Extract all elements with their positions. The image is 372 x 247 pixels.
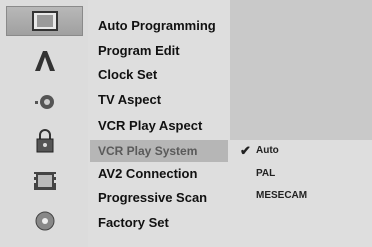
- menu-item-vcr-play-aspect[interactable]: VCR Play Aspect: [90, 115, 228, 137]
- lock-icon[interactable]: [6, 126, 83, 156]
- setup-icon[interactable]: [6, 6, 83, 36]
- menu-item-tv-aspect[interactable]: TV Aspect: [90, 89, 228, 111]
- check-icon: ✔: [240, 143, 251, 158]
- menu-item-auto-programming[interactable]: Auto Programming: [90, 15, 228, 37]
- menu-item-program-edit[interactable]: Program Edit: [90, 40, 228, 62]
- recording-icon[interactable]: [6, 166, 83, 196]
- menu-item-av2-connection[interactable]: AV2 Connection: [90, 163, 228, 185]
- menu-item-factory-set[interactable]: Factory Set: [90, 212, 228, 234]
- option-pal[interactable]: PAL: [240, 165, 275, 183]
- menu-item-vcr-play-system[interactable]: VCR Play System: [90, 140, 228, 162]
- setup-menu-screen: Auto Programming Program Edit Clock Set …: [0, 0, 372, 247]
- option-label: Auto: [256, 145, 279, 156]
- option-label: PAL: [256, 168, 276, 179]
- option-mesecam[interactable]: MESECAM: [240, 187, 307, 205]
- option-auto[interactable]: ✔ Auto: [240, 142, 279, 160]
- audio-icon[interactable]: [6, 86, 83, 116]
- option-label: MESECAM: [256, 190, 308, 201]
- menu-item-progressive-scan[interactable]: Progressive Scan: [90, 187, 228, 209]
- menu-item-clock-set[interactable]: Clock Set: [90, 64, 228, 86]
- language-icon[interactable]: [6, 46, 83, 76]
- icon-column: [0, 0, 88, 247]
- option-panel: [230, 0, 372, 247]
- disc-icon[interactable]: [6, 206, 83, 236]
- option-panel-upper: [230, 0, 372, 140]
